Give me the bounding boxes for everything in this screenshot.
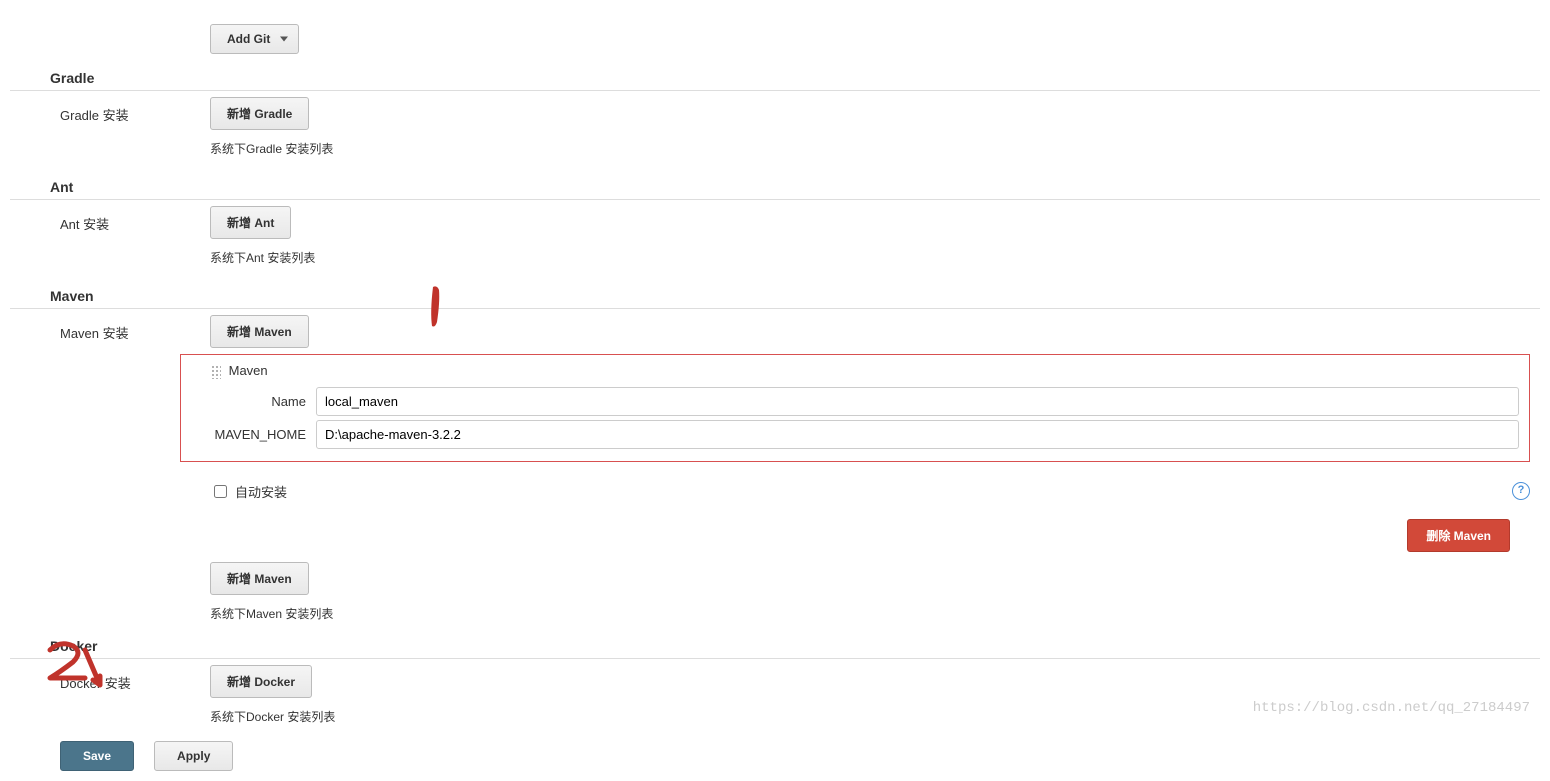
help-icon[interactable]: ?: [1512, 482, 1530, 500]
maven-installation-box: Maven Name MAVEN_HOME: [180, 354, 1530, 462]
maven-list-text: 系统下Maven 安装列表: [210, 605, 1540, 622]
add-gradle-button[interactable]: 新增 Gradle: [210, 97, 309, 130]
maven-name-input[interactable]: [316, 387, 1519, 416]
docker-install-label: Docker 安装: [10, 665, 210, 692]
drag-handle-icon[interactable]: [211, 365, 221, 379]
add-maven-button-2[interactable]: 新增 Maven: [210, 562, 309, 595]
ant-install-label: Ant 安装: [10, 206, 210, 233]
docker-list-text: 系统下Docker 安装列表: [210, 708, 1540, 725]
add-ant-button[interactable]: 新增 Ant: [210, 206, 291, 239]
auto-install-checkbox[interactable]: [214, 485, 227, 498]
maven-box-title: Maven: [229, 363, 268, 378]
gradle-section-title: Gradle: [10, 64, 1540, 91]
add-git-button[interactable]: Add Git: [210, 24, 299, 54]
maven-home-input[interactable]: [316, 420, 1519, 449]
add-maven-button[interactable]: 新增 Maven: [210, 315, 309, 348]
docker-section-title: Docker: [10, 632, 1540, 659]
add-docker-button[interactable]: 新增 Docker: [210, 665, 312, 698]
delete-maven-button[interactable]: 删除 Maven: [1407, 519, 1510, 552]
ant-section-title: Ant: [10, 173, 1540, 200]
gradle-install-label: Gradle 安装: [10, 97, 210, 124]
apply-button[interactable]: Apply: [154, 741, 233, 771]
maven-home-label: MAVEN_HOME: [191, 427, 316, 442]
maven-section-title: Maven: [10, 282, 1540, 309]
ant-list-text: 系统下Ant 安装列表: [210, 249, 1540, 266]
gradle-list-text: 系统下Gradle 安装列表: [210, 140, 1540, 157]
maven-install-label: Maven 安装: [10, 315, 210, 342]
auto-install-label: 自动安装: [235, 482, 287, 501]
maven-name-label: Name: [191, 394, 316, 409]
save-button[interactable]: Save: [60, 741, 134, 771]
